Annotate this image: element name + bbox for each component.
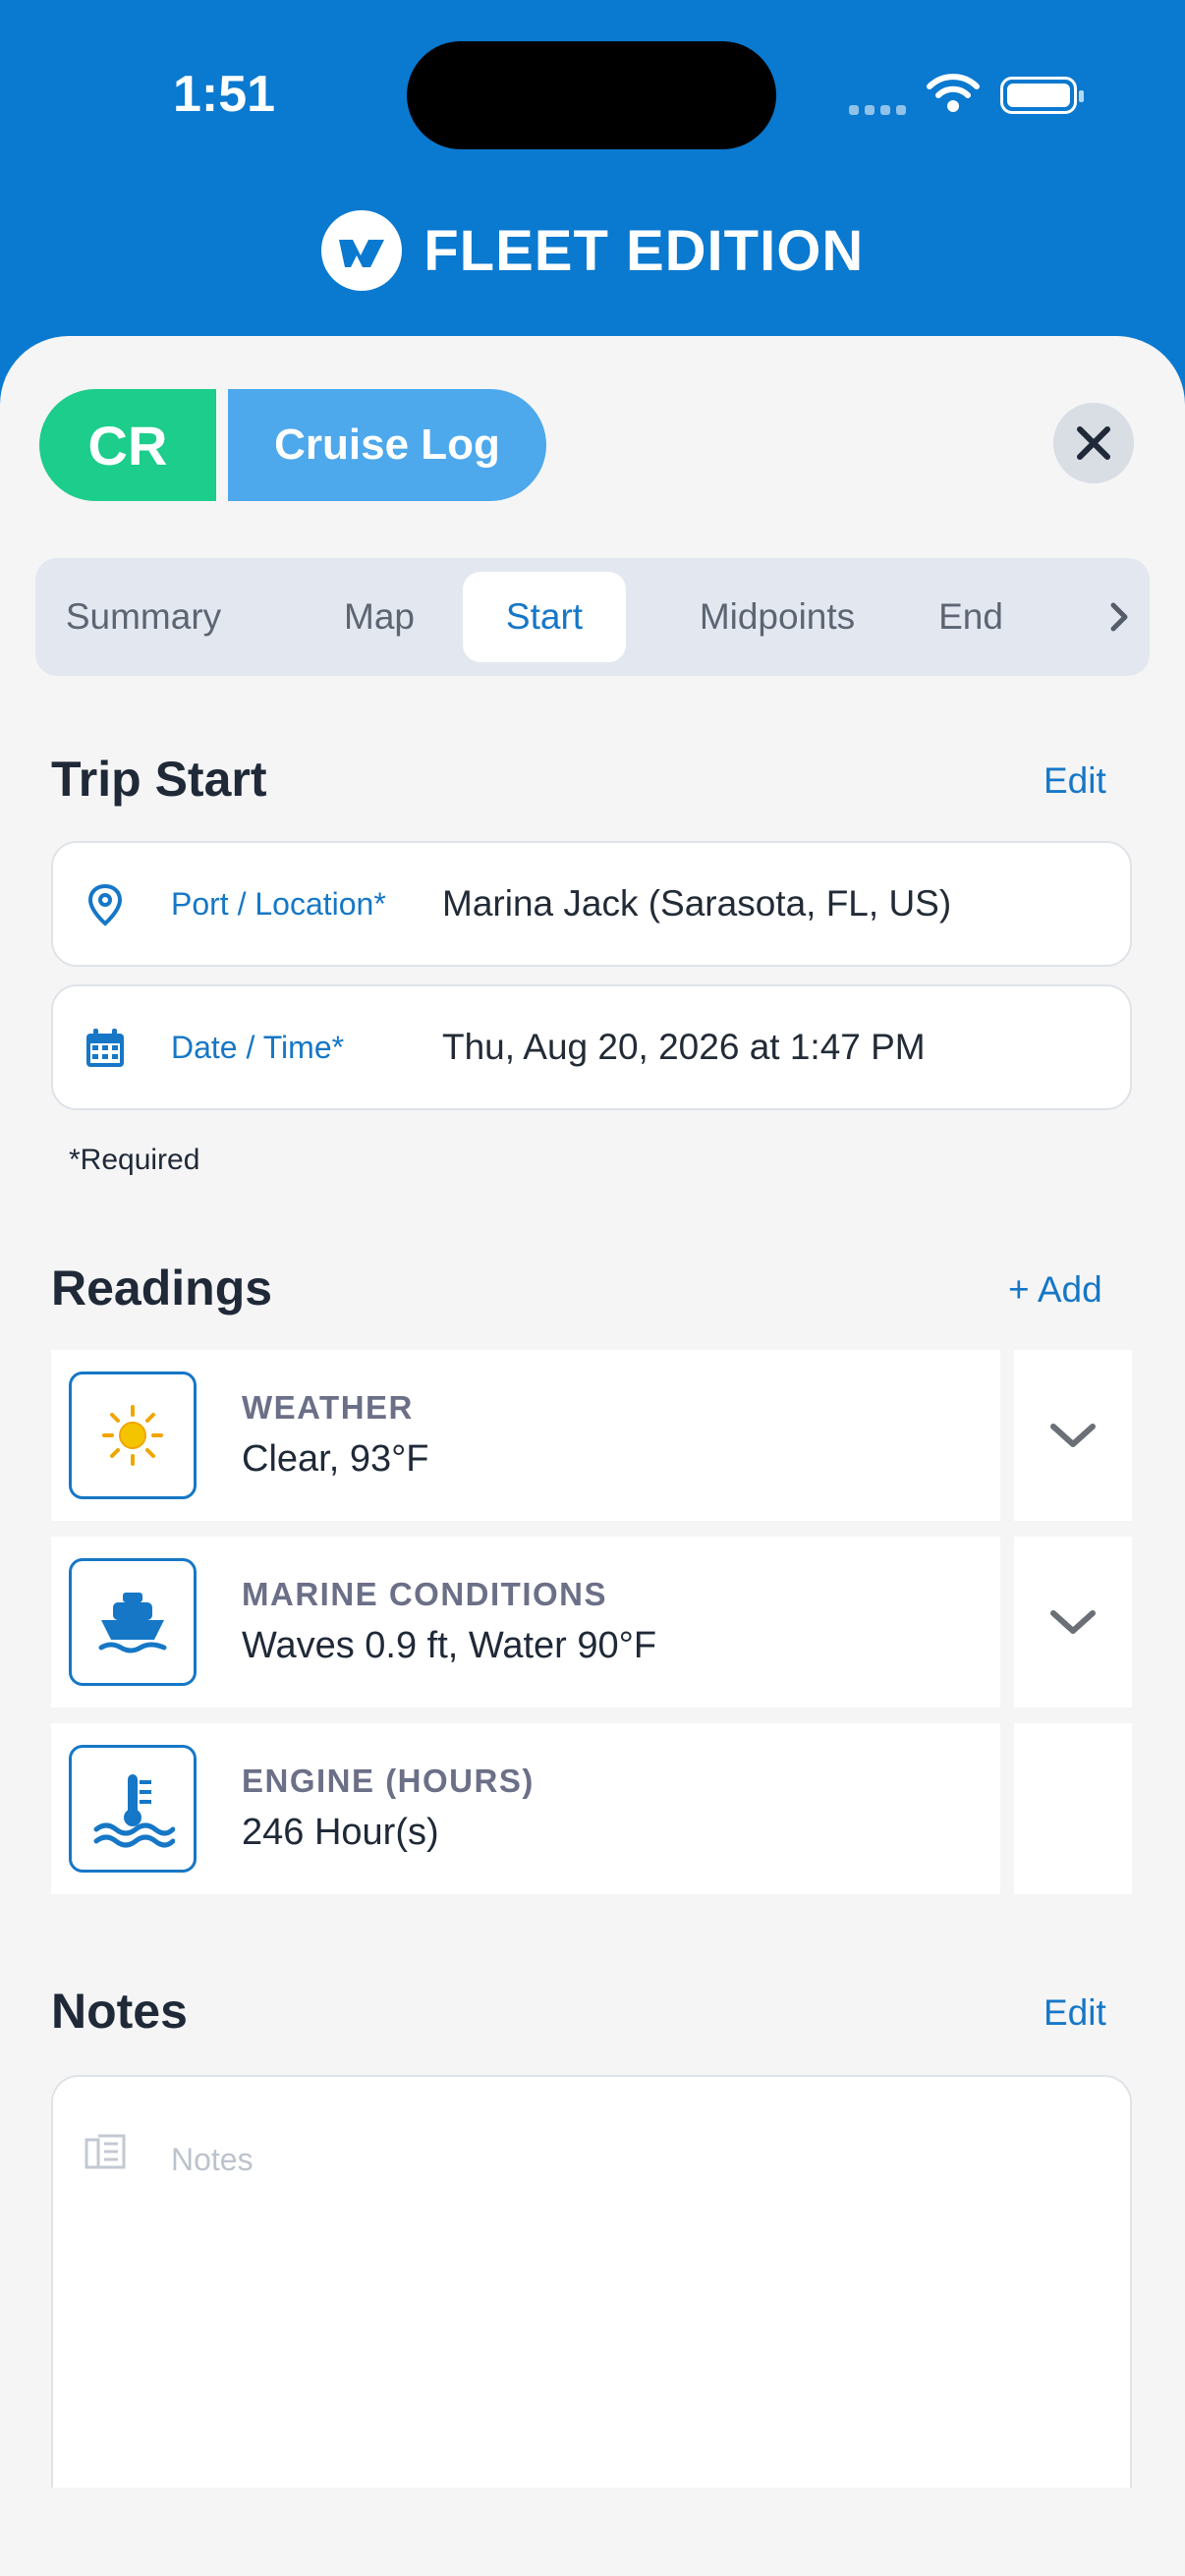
engine-icon-box <box>69 1745 197 1873</box>
port-location-value: Marina Jack (Sarasota, FL, US) <box>442 883 952 924</box>
marine-conditions-label: MARINE CONDITIONS <box>242 1576 607 1612</box>
reading-marine-conditions[interactable]: MARINE CONDITIONS Waves 0.9 ft, Water 90… <box>51 1537 1000 1708</box>
marine-conditions-expand-button[interactable] <box>1014 1537 1132 1708</box>
dynamic-island <box>407 41 776 149</box>
reading-weather[interactable]: WEATHER Clear, 93°F <box>51 1350 1000 1521</box>
date-time-value: Thu, Aug 20, 2026 at 1:47 PM <box>442 1027 926 1067</box>
trip-start-edit-link[interactable]: Edit <box>1044 760 1106 802</box>
weather-expand-button[interactable] <box>1014 1350 1132 1521</box>
brand-header: FLEET EDITION <box>0 210 1185 291</box>
boat-icon <box>98 1593 167 1653</box>
notes-placeholder: Notes <box>171 2142 254 2177</box>
engine-hours-value: 246 Hour(s) <box>242 1812 439 1853</box>
engine-hours-side-cell <box>1014 1723 1132 1894</box>
close-icon <box>1077 426 1110 460</box>
tab-end[interactable]: End <box>902 572 1040 662</box>
close-button[interactable] <box>1053 403 1134 483</box>
port-location-field[interactable]: Port / Location* Marina Jack (Sarasota, … <box>51 841 1132 967</box>
tab-map[interactable]: Map <box>310 572 448 662</box>
required-note: *Required <box>69 1144 200 1176</box>
weather-label: WEATHER <box>242 1389 414 1426</box>
notes-icon <box>85 2134 126 2169</box>
tab-start[interactable]: Start <box>463 572 626 662</box>
signal-icon <box>849 102 912 120</box>
engine-temp-icon <box>93 1774 175 1848</box>
status-bar: 1:51 <box>0 0 1185 187</box>
tab-bar: Summary Map Start Midpoints End <box>35 558 1150 676</box>
log-title: Cruise Log <box>228 389 546 501</box>
battery-icon <box>1000 77 1084 114</box>
log-badge: CR <box>39 389 216 501</box>
date-time-field[interactable]: Date / Time* Thu, Aug 20, 2026 at 1:47 P… <box>51 984 1132 1110</box>
status-time: 1:51 <box>173 66 276 123</box>
cruise-log-sheet: CR Cruise Log Summary Map Start Midpoint… <box>0 336 1185 2576</box>
reading-engine-hours[interactable]: ENGINE (HOURS) 246 Hour(s) <box>51 1723 1000 1894</box>
marine-icon-box <box>69 1558 197 1686</box>
notes-edit-link[interactable]: Edit <box>1044 1992 1106 2034</box>
chevron-down-icon <box>1050 1610 1096 1634</box>
notes-title: Notes <box>51 1984 188 2039</box>
tabs-more-button[interactable] <box>1091 588 1150 646</box>
tab-summary[interactable]: Summary <box>55 572 232 662</box>
sun-icon <box>102 1405 163 1466</box>
notes-box[interactable]: Notes <box>51 2075 1132 2488</box>
chevron-right-icon <box>1110 602 1128 632</box>
date-time-label: Date / Time* <box>171 1029 345 1065</box>
chevron-down-icon <box>1050 1424 1096 1447</box>
location-pin-icon <box>87 883 123 926</box>
readings-title: Readings <box>51 1260 273 1316</box>
calendar-icon <box>86 1029 124 1067</box>
trip-start-title: Trip Start <box>51 752 267 807</box>
readings-add-button[interactable]: + Add <box>1008 1269 1102 1311</box>
wifi-icon <box>927 74 980 112</box>
engine-hours-label: ENGINE (HOURS) <box>242 1763 535 1799</box>
brand-logo-icon <box>320 210 402 291</box>
tab-midpoints[interactable]: Midpoints <box>656 572 898 662</box>
weather-value: Clear, 93°F <box>242 1438 429 1480</box>
brand-name: FLEET EDITION <box>423 218 865 283</box>
weather-icon-box <box>69 1372 197 1499</box>
marine-conditions-value: Waves 0.9 ft, Water 90°F <box>242 1625 657 1666</box>
port-location-label: Port / Location* <box>171 885 386 922</box>
